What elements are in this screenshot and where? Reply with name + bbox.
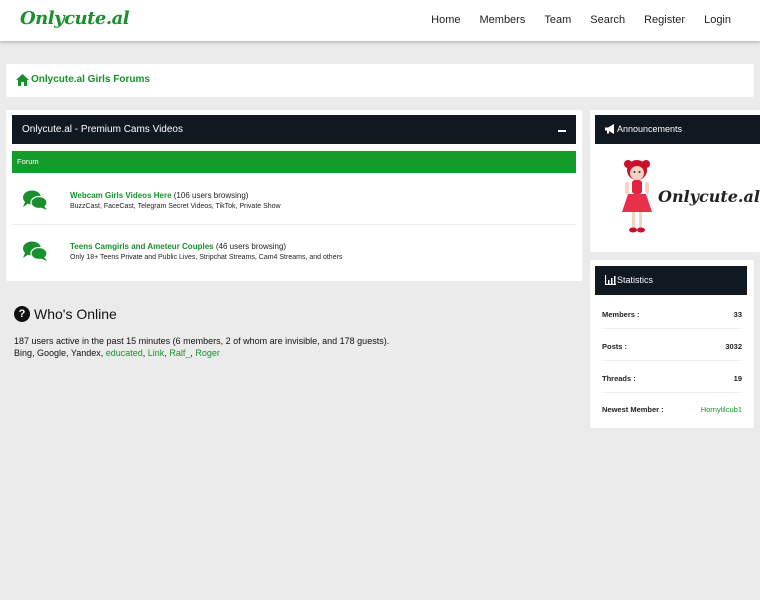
- mascot-image[interactable]: [616, 158, 658, 236]
- forum-browsing-count: (106 users browsing): [173, 191, 249, 200]
- site-logo[interactable]: Onlycute.al: [20, 8, 130, 29]
- online-summary: 187 users active in the past 15 minutes …: [14, 336, 390, 346]
- announcements-box: Announcements Onlycute.al: [590, 110, 760, 252]
- nav-members[interactable]: Members: [480, 0, 526, 41]
- forum-description: Only 18+ Teens Private and Public Lives,…: [70, 254, 343, 261]
- announcements-header: Announcements: [595, 115, 760, 144]
- category-header: Onlycute.al - Premium Cams Videos: [12, 115, 576, 144]
- nav-home[interactable]: Home: [431, 0, 460, 41]
- statistics-box: Statistics Members : 33 Posts : 3032 Thr…: [590, 260, 754, 428]
- forum-title-link[interactable]: Teens Camgirls and Ameteur Couples: [70, 242, 214, 251]
- forum-row: Teens Camgirls and Ameteur Couples (46 u…: [12, 226, 576, 276]
- online-member-link[interactable]: Roger: [195, 348, 220, 358]
- announcement-logo-text: Onlycute.al: [658, 187, 760, 206]
- online-member-link[interactable]: Ralf_: [169, 348, 190, 358]
- statistics-header: Statistics: [595, 266, 747, 295]
- forum-description: BuzzCast, FaceCast, Telegram Secret Vide…: [70, 203, 281, 210]
- newest-member-link[interactable]: Hornylilcub1: [701, 405, 742, 414]
- stat-label: Threads :: [602, 374, 636, 383]
- breadcrumb-title[interactable]: Onlycute.al Girls Forums: [31, 74, 150, 85]
- forum-category-panel: Onlycute.al - Premium Cams Videos Forum …: [6, 110, 582, 281]
- breadcrumb: Onlycute.al Girls Forums: [6, 64, 754, 97]
- stat-row-newest-member: Newest Member : Hornylilcub1: [602, 393, 742, 424]
- forum-browsing-count: (46 users browsing): [215, 242, 287, 251]
- top-navbar: Onlycute.al Home Members Team Search Reg…: [0, 0, 760, 41]
- statistics-title: Statistics: [617, 275, 654, 285]
- nav-team[interactable]: Team: [544, 0, 571, 41]
- megaphone-icon: [605, 124, 614, 134]
- forum-title-link[interactable]: Webcam Girls Videos Here: [70, 191, 172, 200]
- stat-value: 19: [733, 374, 742, 383]
- forum-column-header: Forum: [12, 151, 576, 173]
- whos-online-heading: ? Who's Online: [14, 306, 117, 322]
- chat-bubbles-icon: [23, 190, 48, 210]
- stat-row-threads: Threads : 19: [602, 362, 742, 393]
- stat-value: 33: [733, 310, 742, 319]
- forum-row: Webcam Girls Videos Here (106 users brow…: [12, 175, 576, 225]
- forum-column-label: Forum: [17, 157, 39, 166]
- collapse-icon[interactable]: [558, 130, 566, 132]
- online-member-link[interactable]: Link: [148, 348, 165, 358]
- online-bots: Bing, Google, Yandex,: [14, 348, 106, 358]
- announcements-title: Announcements: [617, 124, 683, 134]
- online-member-link[interactable]: educated: [106, 348, 143, 358]
- stat-row-posts: Posts : 3032: [602, 330, 742, 361]
- nav-login[interactable]: Login: [704, 0, 731, 41]
- main-nav: Home Members Team Search Register Login: [430, 0, 760, 41]
- whos-online-title: Who's Online: [34, 306, 117, 322]
- home-icon[interactable]: [16, 74, 29, 86]
- chat-bubbles-icon: [23, 241, 48, 261]
- nav-register[interactable]: Register: [644, 0, 685, 41]
- stat-row-members: Members : 33: [602, 298, 742, 329]
- stat-label: Members :: [602, 310, 640, 319]
- nav-search[interactable]: Search: [590, 0, 625, 41]
- category-title[interactable]: Onlycute.al - Premium Cams Videos: [22, 124, 183, 135]
- online-users-list: Bing, Google, Yandex, educated, Link, Ra…: [14, 348, 220, 358]
- stat-value: 3032: [725, 342, 742, 351]
- stat-label: Posts :: [602, 342, 628, 351]
- chart-icon: [605, 275, 616, 285]
- question-icon: ?: [14, 306, 30, 322]
- stat-label: Newest Member :: [602, 405, 664, 414]
